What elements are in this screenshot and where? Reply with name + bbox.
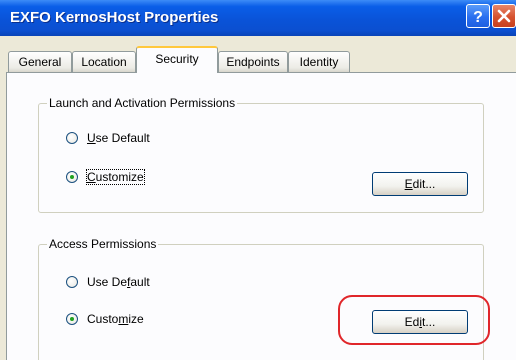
- tab-strip: General Location Security Endpoints Iden…: [0, 46, 516, 73]
- access-customize-label: Customize: [87, 312, 144, 326]
- close-button[interactable]: [492, 4, 516, 28]
- properties-dialog: EXFO KernosHost Properties ? General Loc…: [0, 0, 516, 360]
- radio-checked-icon: [66, 171, 78, 183]
- launch-permissions-title: Launch and Activation Permissions: [47, 96, 238, 110]
- radio-unchecked-icon: [66, 132, 78, 144]
- access-permissions-title: Access Permissions: [47, 237, 159, 251]
- tab-security[interactable]: Security: [136, 46, 218, 73]
- tab-location[interactable]: Location: [72, 51, 136, 72]
- tab-endpoints[interactable]: Endpoints: [218, 51, 288, 72]
- window-title: EXFO KernosHost Properties: [10, 9, 219, 26]
- radio-unchecked-icon: [66, 276, 78, 288]
- tab-general[interactable]: General: [8, 51, 72, 72]
- help-button[interactable]: ?: [466, 4, 490, 28]
- radio-checked-icon: [66, 313, 78, 325]
- launch-use-default-label: Use Default: [87, 131, 150, 145]
- access-use-default-label: Use Default: [87, 275, 150, 289]
- title-bar[interactable]: EXFO KernosHost Properties ?: [0, 0, 516, 36]
- svg-text:?: ?: [473, 9, 483, 26]
- launch-edit-button[interactable]: Edit...: [372, 172, 468, 196]
- launch-customize-label: Customize: [86, 169, 145, 185]
- launch-permissions-group: Launch and Activation Permissions: [38, 96, 484, 213]
- highlight-annotation: [338, 295, 490, 345]
- tab-identity[interactable]: Identity: [288, 51, 350, 72]
